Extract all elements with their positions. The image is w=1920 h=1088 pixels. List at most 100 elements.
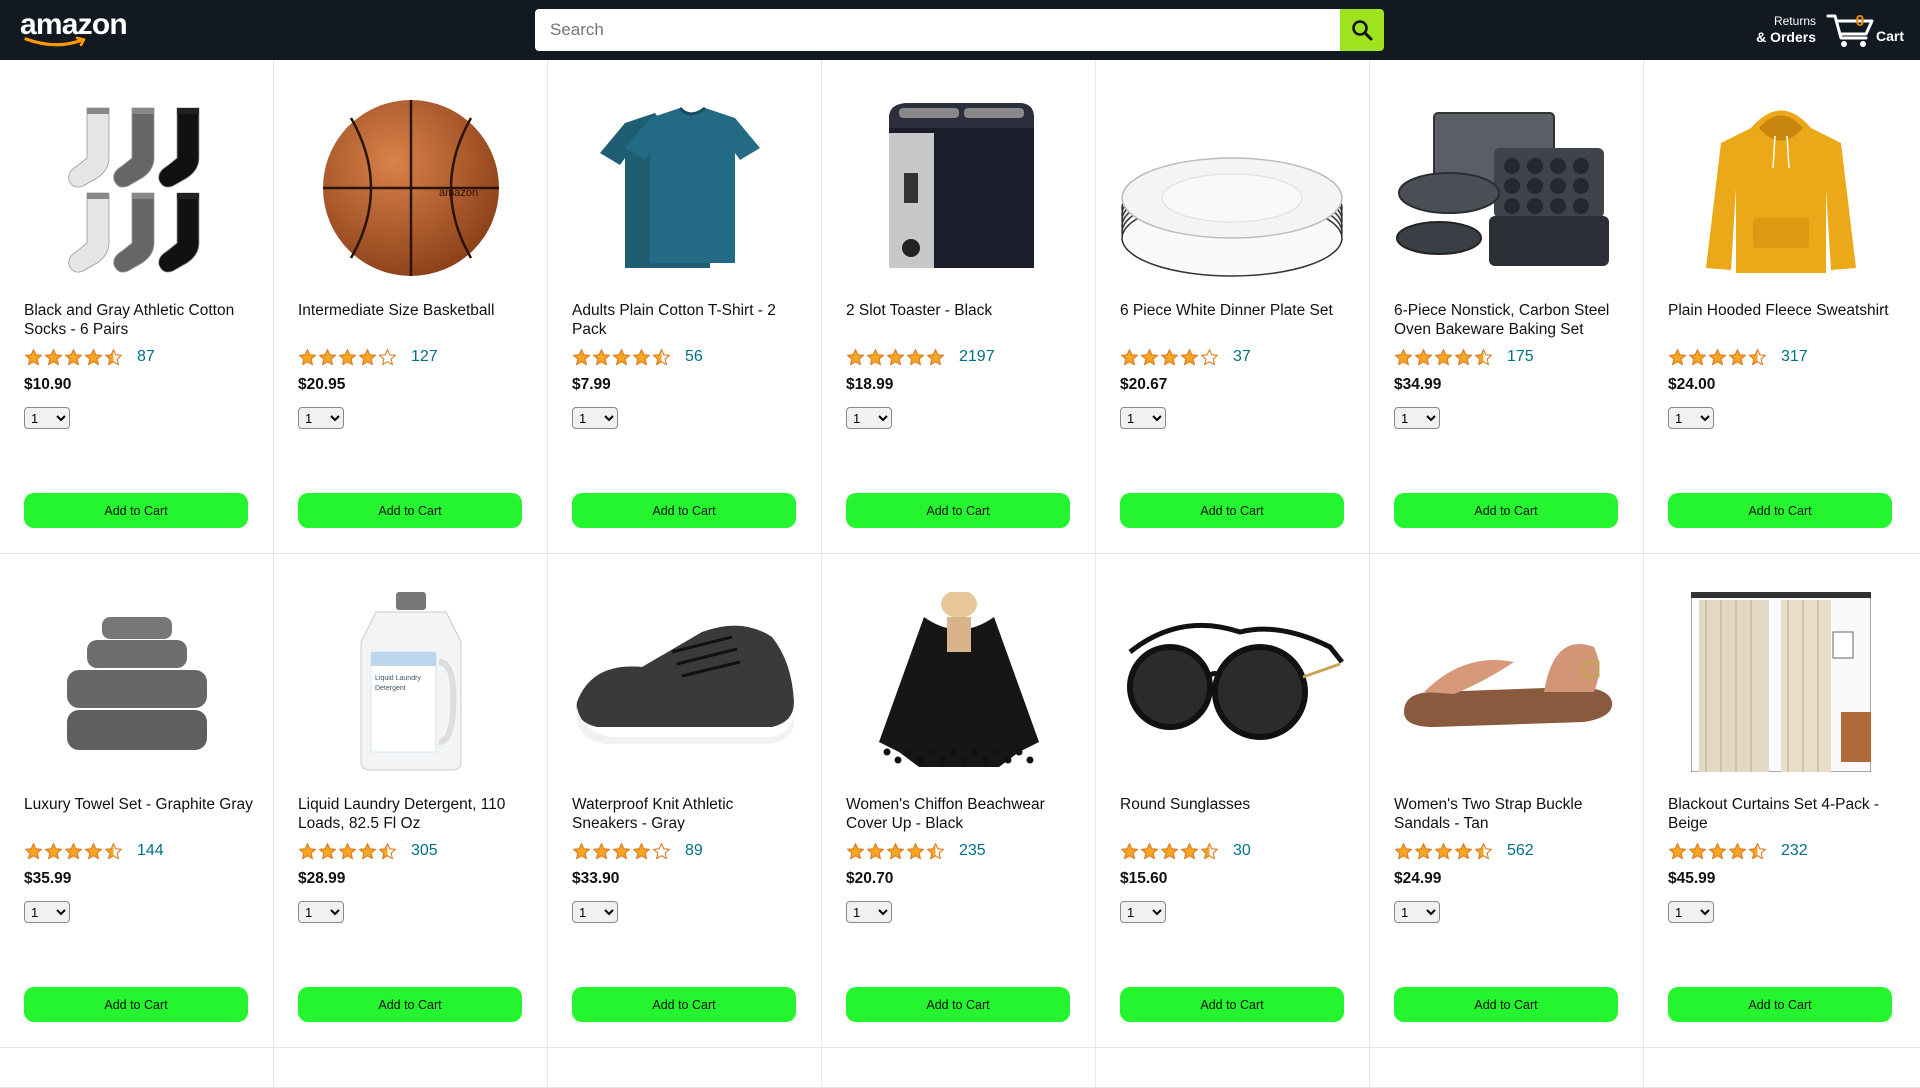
socks-icon[interactable] [24, 98, 249, 278]
product-title[interactable]: Waterproof Knit Athletic Sneakers - Gray [572, 795, 802, 833]
quantity-select[interactable]: 1 [846, 407, 892, 429]
review-count[interactable]: 175 [1507, 348, 1534, 366]
product-rating[interactable]: 37 [1120, 346, 1251, 368]
product-card [1370, 1048, 1644, 1087]
top-header: amazon Returns & Orders 0 Cart [0, 0, 1920, 60]
add-to-cart-button[interactable]: Add to Cart [24, 987, 248, 1022]
product-title[interactable]: Black and Gray Athletic Cotton Socks - 6… [24, 301, 254, 339]
sunglasses-icon[interactable] [1120, 592, 1345, 772]
star-icon [1141, 348, 1158, 365]
product-title[interactable]: 6-Piece Nonstick, Carbon Steel Oven Bake… [1394, 301, 1624, 339]
rating-stars [572, 842, 671, 861]
quantity-select[interactable]: 1 [1394, 407, 1440, 429]
quantity-select[interactable]: 1 [846, 901, 892, 923]
product-title[interactable]: Adults Plain Cotton T-Shirt - 2 Pack [572, 301, 802, 339]
product-rating[interactable]: 127 [298, 346, 438, 368]
product-rating[interactable]: 30 [1120, 840, 1251, 862]
review-count[interactable]: 305 [411, 842, 438, 860]
product-title[interactable]: 2 Slot Toaster - Black [846, 301, 1076, 320]
product-rating[interactable]: 562 [1394, 840, 1534, 862]
review-count[interactable]: 317 [1781, 348, 1808, 366]
review-count[interactable]: 30 [1233, 842, 1251, 860]
add-to-cart-button[interactable]: Add to Cart [24, 493, 248, 528]
product-rating[interactable]: 232 [1668, 840, 1808, 862]
product-title[interactable]: Women's Chiffon Beachwear Cover Up - Bla… [846, 795, 1076, 833]
quantity-select[interactable]: 1 [1668, 901, 1714, 923]
add-to-cart-button[interactable]: Add to Cart [298, 987, 522, 1022]
product-rating[interactable]: 235 [846, 840, 986, 862]
review-count[interactable]: 89 [685, 842, 703, 860]
add-to-cart-button[interactable]: Add to Cart [1668, 987, 1892, 1022]
plates-icon[interactable] [1120, 98, 1345, 278]
search-input[interactable] [535, 9, 1340, 51]
quantity-select[interactable]: 1 [572, 901, 618, 923]
amazon-logo[interactable]: amazon [20, 10, 128, 50]
product-title[interactable]: Women's Two Strap Buckle Sandals - Tan [1394, 795, 1624, 833]
add-to-cart-button[interactable]: Add to Cart [1394, 987, 1618, 1022]
review-count[interactable]: 232 [1781, 842, 1808, 860]
tshirt-icon[interactable] [572, 98, 797, 278]
product-rating[interactable]: 317 [1668, 346, 1808, 368]
product-rating[interactable]: 175 [1394, 346, 1534, 368]
star-icon [1415, 842, 1432, 859]
product-rating[interactable]: 305 [298, 840, 438, 862]
product-title[interactable]: Plain Hooded Fleece Sweatshirt [1668, 301, 1898, 320]
star-icon [1455, 348, 1472, 365]
review-count[interactable]: 87 [137, 348, 155, 366]
add-to-cart-button[interactable]: Add to Cart [1120, 493, 1344, 528]
search-button[interactable] [1340, 9, 1384, 51]
hoodie-icon[interactable] [1668, 98, 1893, 278]
basketball-icon[interactable]: amazon [298, 98, 523, 278]
add-to-cart-button[interactable]: Add to Cart [298, 493, 522, 528]
add-to-cart-button[interactable]: Add to Cart [846, 987, 1070, 1022]
sneaker-icon[interactable] [572, 592, 797, 772]
product-rating[interactable]: 87 [24, 346, 155, 368]
add-to-cart-button[interactable]: Add to Cart [1668, 493, 1892, 528]
product-title[interactable]: Intermediate Size Basketball [298, 301, 528, 320]
star-icon [85, 348, 102, 365]
review-count[interactable]: 235 [959, 842, 986, 860]
toaster-icon[interactable] [846, 98, 1071, 278]
sandals-icon[interactable] [1394, 592, 1619, 772]
bakeware-icon[interactable] [1394, 98, 1619, 278]
add-to-cart-button[interactable]: Add to Cart [846, 493, 1070, 528]
product-rating[interactable]: 2197 [846, 346, 995, 368]
add-to-cart-button[interactable]: Add to Cart [572, 493, 796, 528]
review-count[interactable]: 37 [1233, 348, 1251, 366]
quantity-select[interactable]: 1 [298, 901, 344, 923]
product-rating[interactable]: 56 [572, 346, 703, 368]
review-count[interactable]: 144 [137, 842, 164, 860]
product-title[interactable]: Round Sunglasses [1120, 795, 1350, 814]
quantity-select[interactable]: 1 [1394, 901, 1440, 923]
quantity-select[interactable]: 1 [572, 407, 618, 429]
add-to-cart-button[interactable]: Add to Cart [572, 987, 796, 1022]
review-count[interactable]: 56 [685, 348, 703, 366]
towels-icon[interactable] [24, 592, 249, 772]
quantity-select[interactable]: 1 [24, 901, 70, 923]
quantity-select[interactable]: 1 [1120, 901, 1166, 923]
coverup-icon[interactable] [846, 592, 1071, 772]
product-title[interactable]: Luxury Towel Set - Graphite Gray [24, 795, 254, 814]
product-title[interactable]: 6 Piece White Dinner Plate Set [1120, 301, 1350, 320]
quantity-select[interactable]: 1 [1120, 407, 1166, 429]
product-title[interactable]: Liquid Laundry Detergent, 110 Loads, 82.… [298, 795, 528, 833]
rating-stars [1668, 348, 1767, 367]
star-icon [593, 348, 610, 365]
quantity-select[interactable]: 1 [298, 407, 344, 429]
review-count[interactable]: 562 [1507, 842, 1534, 860]
detergent-icon[interactable]: Liquid Laundry Detergent [298, 592, 523, 772]
review-count[interactable]: 2197 [959, 348, 995, 366]
product-title[interactable]: Blackout Curtains Set 4-Pack - Beige [1668, 795, 1898, 833]
curtains-icon[interactable] [1668, 592, 1893, 772]
svg-text:Detergent: Detergent [375, 685, 406, 692]
product-card [274, 1048, 548, 1087]
product-rating[interactable]: 144 [24, 840, 164, 862]
add-to-cart-button[interactable]: Add to Cart [1120, 987, 1344, 1022]
product-rating[interactable]: 89 [572, 840, 703, 862]
review-count[interactable]: 127 [411, 348, 438, 366]
cart-button[interactable]: 0 Cart [1826, 10, 1916, 50]
quantity-select[interactable]: 1 [24, 407, 70, 429]
quantity-select[interactable]: 1 [1668, 407, 1714, 429]
returns-orders-link[interactable]: Returns & Orders [1748, 14, 1816, 46]
add-to-cart-button[interactable]: Add to Cart [1394, 493, 1618, 528]
